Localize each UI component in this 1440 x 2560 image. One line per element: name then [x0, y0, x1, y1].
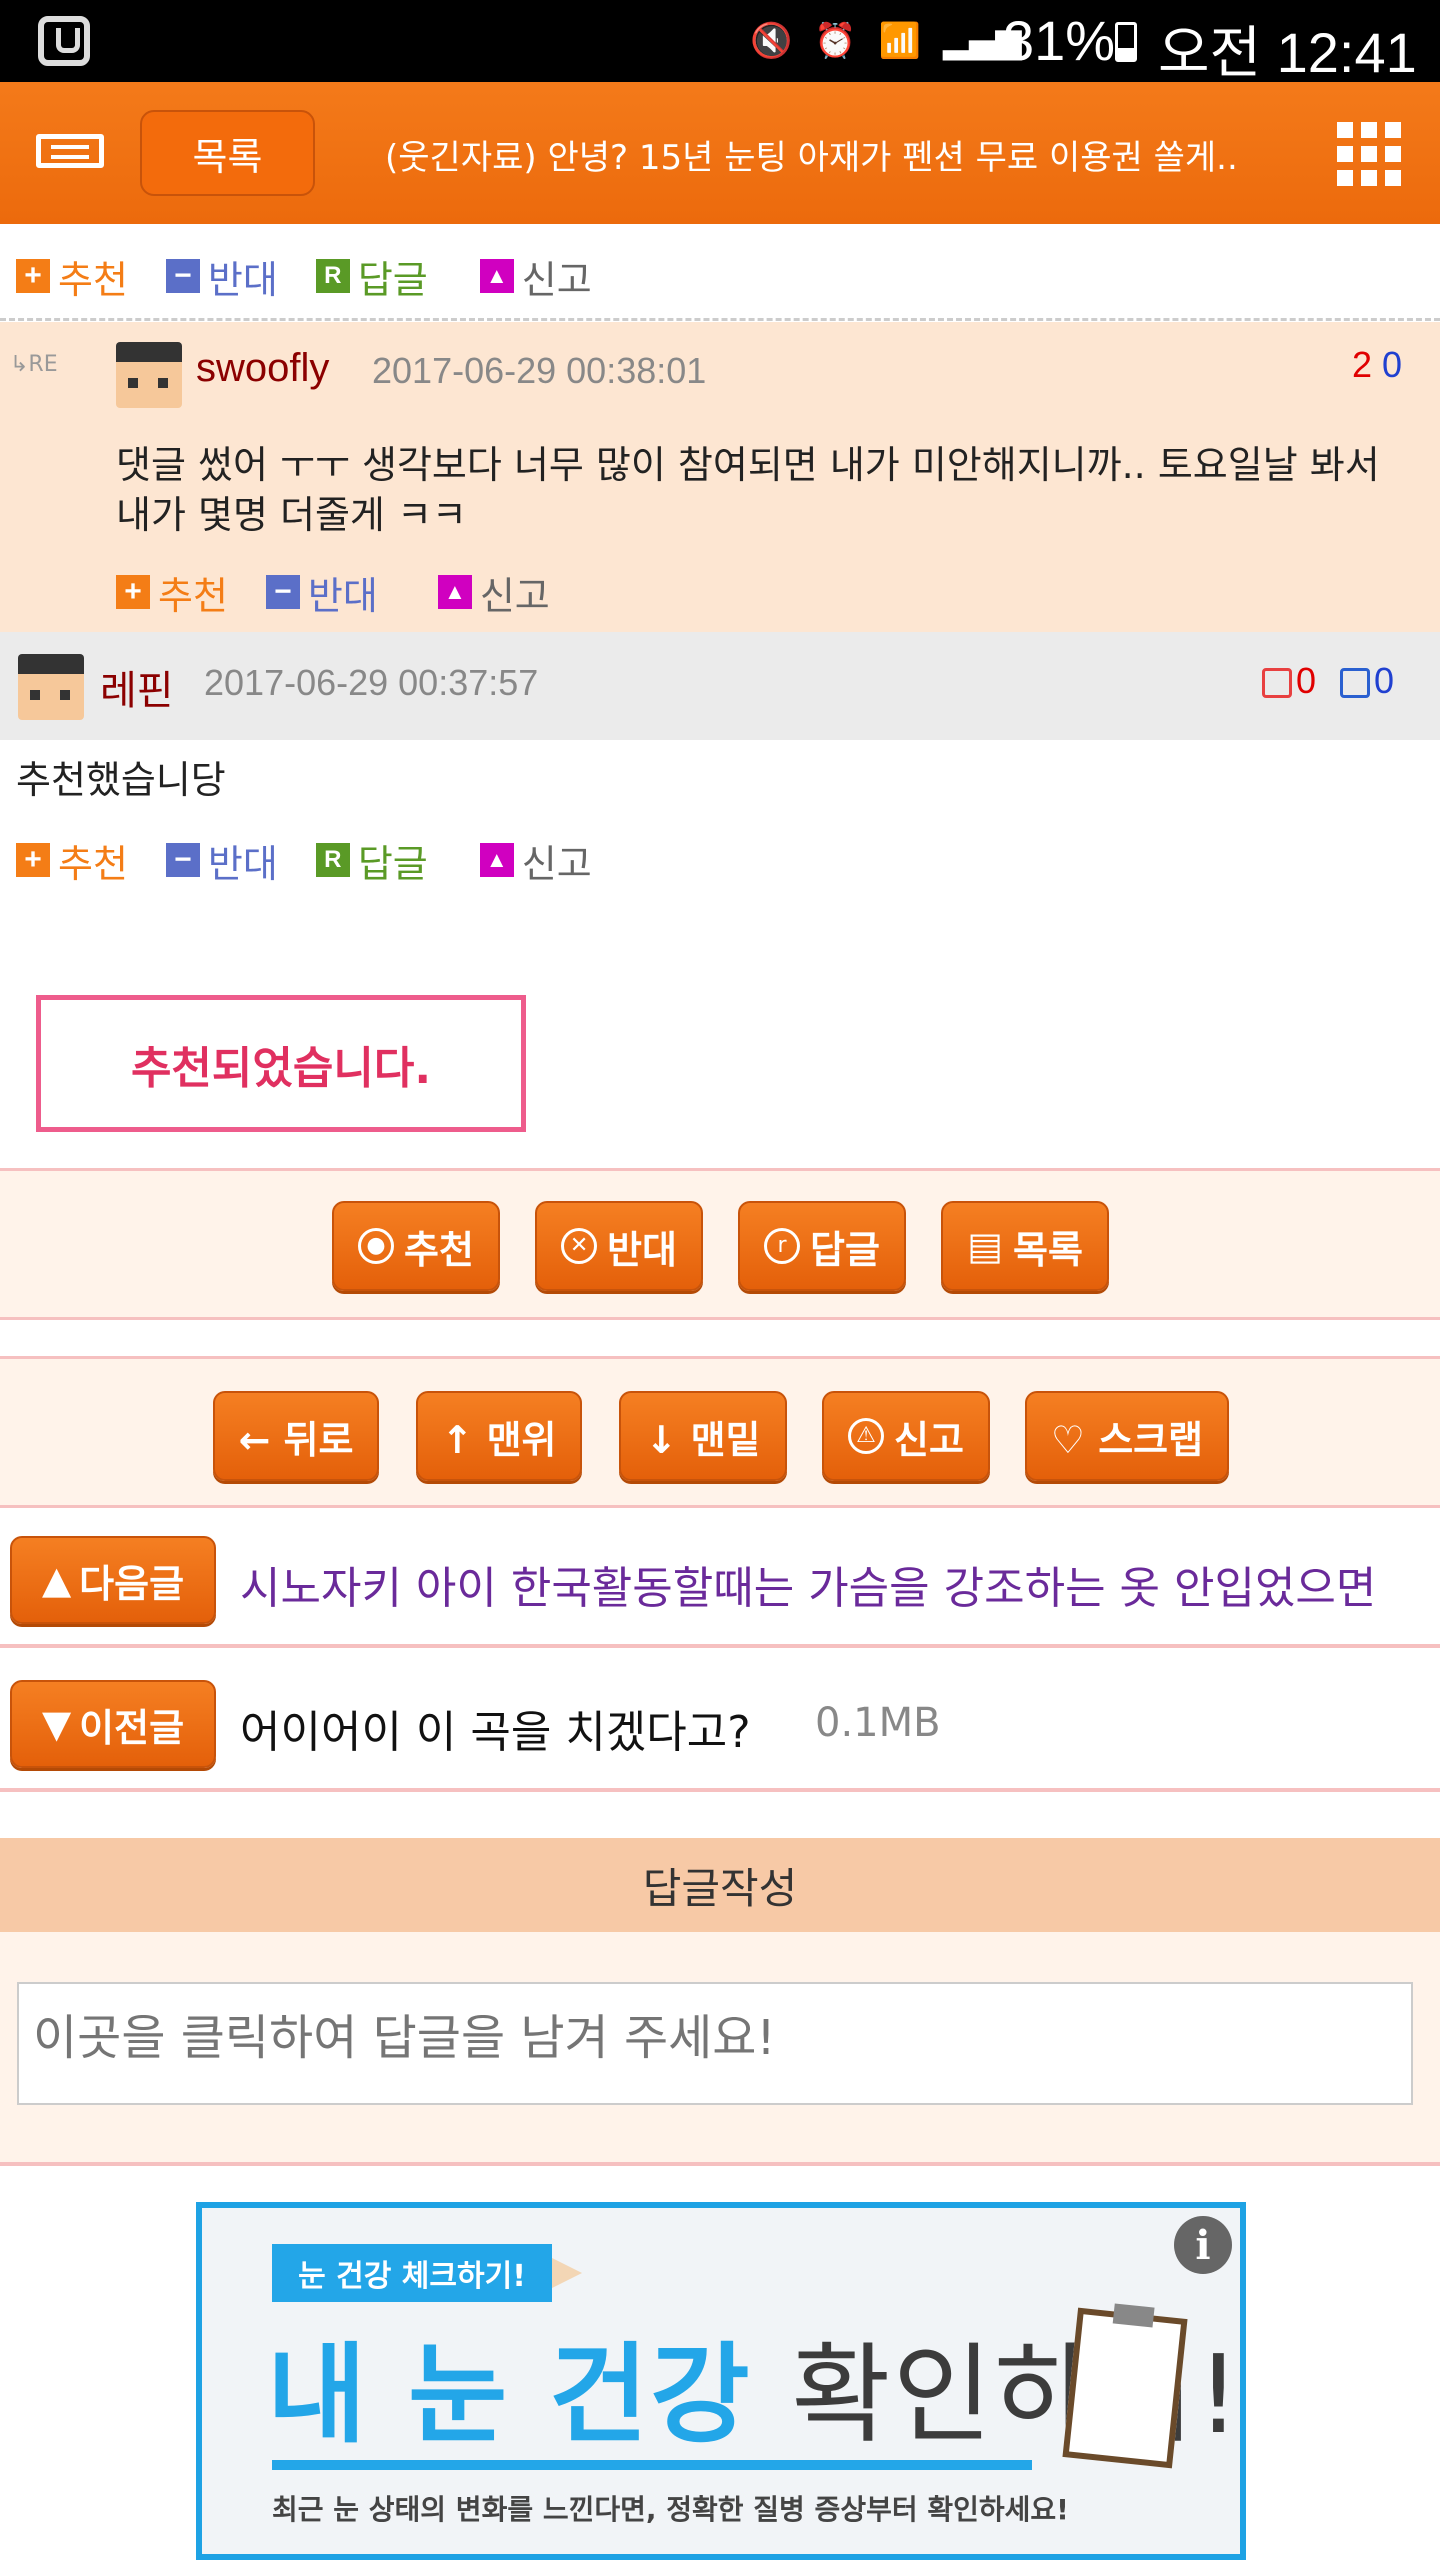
oppose-post-button[interactable]: ✕ 반대 [535, 1201, 703, 1291]
comment-header: 레핀 2017-06-29 00:37:57 0 0 [0, 632, 1440, 740]
siren-icon: ▲ [479, 259, 514, 293]
triangle-up-icon: ▲ [41, 1558, 72, 1602]
prev-post-title[interactable]: 어이어이 이 곡을 치겠다고? [240, 1696, 751, 1760]
reply-icon: R [315, 259, 350, 293]
top-button[interactable]: ↑ 맨위 [416, 1391, 582, 1481]
ad-banner[interactable]: 눈 건강 체크하기! 내 눈 건강 확인하기! 최근 눈 상태의 변화를 느낀다… [196, 2202, 1246, 2560]
apps-grid-icon[interactable] [1337, 122, 1401, 186]
comment-date: 2017-06-29 00:38:01 [372, 350, 707, 391]
triangle-down-icon: ▼ [41, 1702, 72, 1746]
reply-form [0, 1932, 1440, 2166]
vote-down-count: 0 [1374, 660, 1395, 701]
circle-x-icon: ✕ [561, 1228, 598, 1264]
thumbs-down-icon[interactable] [1340, 668, 1371, 699]
reply-comment: ↳RE swoofly 2017-06-29 00:38:01 2 0 댓글 썼… [0, 322, 1440, 632]
comment-actions: + 추천 − 반대 R 답글 ▲ 신고 [16, 830, 630, 890]
ad-subtitle: 최근 눈 상태의 변화를 느낀다면, 정확한 질병 증상부터 확인하세요! [272, 2493, 1069, 2526]
ad-tag: 눈 건강 체크하기! [272, 2244, 582, 2302]
circle-dot-icon: ● [358, 1228, 395, 1264]
minus-icon: − [265, 575, 300, 609]
comment-author[interactable]: swoofly [196, 346, 329, 391]
list-icon: ▤ [967, 1224, 1003, 1268]
oppose-button[interactable]: − 반대 [265, 565, 378, 620]
nav-button-bar: ← 뒤로 ↑ 맨위 ↓ 맨밑 ⚠ 신고 ♡ 스크랩 [0, 1356, 1440, 1508]
avatar [18, 654, 84, 720]
recommend-button[interactable]: + 추천 [16, 833, 128, 888]
post-button-bar: ● 추천 ✕ 반대 r 답글 ▤ 목록 [0, 1168, 1440, 1320]
menu-icon[interactable] [36, 134, 104, 168]
reply-input[interactable] [17, 1982, 1413, 2105]
circle-r-icon: r [764, 1228, 801, 1264]
reply-post-button[interactable]: r 답글 [738, 1201, 906, 1291]
clock: 오전 12:41 [1158, 21, 1417, 84]
comment-votes: 2 0 [1352, 344, 1402, 386]
reply-arrow-icon: ↳RE [10, 352, 58, 377]
next-post-title[interactable]: 시노자키 아이 한국활동할때는 가슴을 강조하는 옷 안입었으면 [240, 1552, 1376, 1616]
vote-up-count: 2 [1352, 344, 1373, 385]
reply-button[interactable]: R 답글 [315, 833, 428, 888]
recommend-notice: 추천되었습니다. [36, 995, 526, 1132]
mute-icon: 🔇 [750, 21, 793, 61]
recommend-button[interactable]: + 추천 [116, 565, 228, 620]
post-actions: + 추천 − 반대 R 답글 ▲ 신고 [16, 246, 630, 306]
avatar [116, 342, 182, 408]
next-post-button[interactable]: ▲ 다음글 [10, 1536, 216, 1624]
recommend-post-button[interactable]: ● 추천 [332, 1201, 500, 1291]
plus-icon: + [16, 259, 50, 293]
list-post-button[interactable]: ▤ 목록 [941, 1201, 1109, 1291]
comment-text: 추천했습니당 [16, 758, 226, 802]
ad-underline [272, 2460, 1032, 2470]
alarm-icon: ⏰ [814, 21, 857, 61]
report-button[interactable]: ▲ 신고 [479, 833, 592, 888]
plus-icon: + [116, 575, 150, 609]
battery-percent: 31% [1003, 9, 1116, 72]
status-bar: 🔇 ⏰ 📶 ▂▄▆ 31% 오전 12:41 [0, 0, 1440, 84]
recommend-button[interactable]: + 추천 [16, 249, 128, 304]
comment-date: 2017-06-29 00:37:57 [204, 662, 539, 703]
app-logo-icon [38, 16, 90, 66]
oppose-button[interactable]: − 반대 [165, 833, 278, 888]
minus-icon: − [165, 843, 200, 877]
vote-down-count: 0 [1382, 344, 1403, 385]
battery-icon [1115, 22, 1137, 62]
siren-icon: ▲ [437, 575, 472, 609]
thumbs-up-icon[interactable] [1262, 668, 1292, 699]
wifi-icon: 📶 [878, 21, 922, 61]
bottom-button[interactable]: ↓ 맨밑 [619, 1391, 787, 1481]
plus-icon: + [16, 843, 50, 877]
divider [0, 318, 1440, 321]
status-icons: 🔇 ⏰ 📶 ▂▄▆ [750, 18, 1021, 64]
app-header: 목록 (웃긴자료) 안녕? 15년 눈팅 아재가 펜션 무료 이용권 쏠게.. [0, 82, 1440, 224]
scrap-button[interactable]: ♡ 스크랩 [1025, 1391, 1229, 1481]
reply-form-title: 답글작성 [0, 1838, 1440, 1932]
report-post-button[interactable]: ⚠ 신고 [822, 1391, 990, 1481]
vote-up-count: 0 [1296, 660, 1317, 701]
siren-icon: ▲ [479, 843, 514, 877]
comment-text: 댓글 썼어 ㅜㅜ 생각보다 너무 많이 참여되면 내가 미안해지니까.. 토요일… [116, 443, 1380, 537]
clipboard-icon [1062, 2307, 1188, 2469]
info-icon[interactable]: i [1174, 2216, 1232, 2274]
report-button[interactable]: ▲ 신고 [479, 249, 592, 304]
list-button[interactable]: 목록 [140, 110, 315, 196]
reply-button[interactable]: R 답글 [315, 249, 428, 304]
minus-icon: − [165, 259, 200, 293]
comment-author[interactable]: 레핀 [100, 658, 174, 716]
reply-icon: R [315, 843, 350, 877]
report-button[interactable]: ▲ 신고 [437, 565, 550, 620]
prev-post-size: 0.1MB [815, 1700, 941, 1746]
oppose-button[interactable]: − 반대 [165, 249, 278, 304]
siren-icon: ⚠ [848, 1418, 885, 1454]
comment-votes: 0 0 [1262, 660, 1394, 702]
page-title: (웃긴자료) 안녕? 15년 눈팅 아재가 펜션 무료 이용권 쏠게.. [385, 138, 1235, 178]
comment-actions: + 추천 − 반대 ▲ 신고 [116, 562, 588, 622]
prev-post-row: ▼ 이전글 어이어이 이 곡을 치겠다고? 0.1MB [0, 1652, 1440, 1792]
prev-post-button[interactable]: ▼ 이전글 [10, 1680, 216, 1768]
back-button[interactable]: ← 뒤로 [213, 1391, 379, 1481]
next-post-row: ▲ 다음글 시노자키 아이 한국활동할때는 가슴을 강조하는 옷 안입었으면 [0, 1508, 1440, 1648]
